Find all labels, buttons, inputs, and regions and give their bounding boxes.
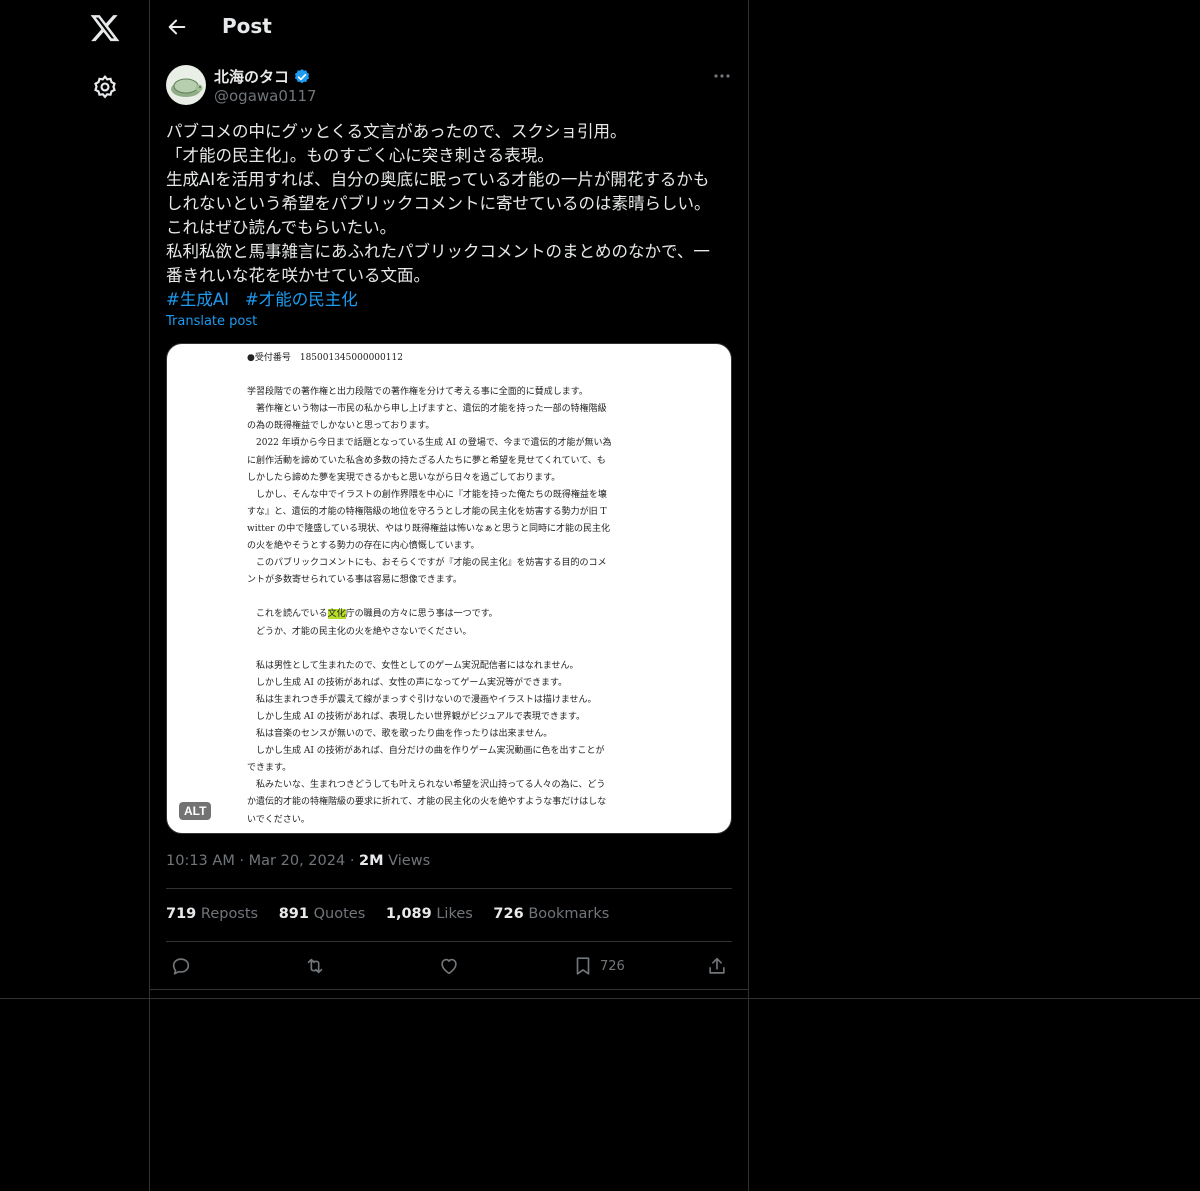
verified-badge-icon (294, 68, 310, 83)
highlighted-text: 文化 (327, 609, 346, 620)
post-date[interactable]: Mar 20, 2024 (249, 853, 346, 869)
more-options-icon[interactable] (710, 66, 734, 86)
header-bar: Post (150, 0, 748, 54)
document-line: すな』と、遺伝的才能の特権階級の地位を守ろうとし才能の民主化を妨害する勢力が旧 … (247, 506, 607, 517)
hashtag-link[interactable]: #才能の民主化 (245, 290, 358, 309)
meta-dot: · (239, 853, 249, 869)
bookmark-icon (576, 957, 590, 975)
author-handle[interactable]: @ogawa0117 (214, 87, 317, 105)
quotes-stat[interactable]: 891 Quotes (279, 906, 366, 922)
share-button[interactable] (706, 952, 728, 980)
quotes-label: Quotes (313, 906, 366, 922)
document-line: ●受付番号 185001345000000112 (247, 353, 403, 363)
document-line: しかし、そんな中でイラストの創作界隈を中心に『才能を持った俺たちの既得権益を壊 (247, 489, 607, 500)
heart-icon (441, 958, 457, 975)
document-line (247, 641, 667, 658)
post-line: 生成AIを活用すれば、自分の奥底に眠っている才能の一片が開花するかも (166, 170, 710, 189)
views-label: Views (388, 853, 431, 869)
views-count: 2M (359, 853, 384, 869)
document-line: このパブリックコメントにも、おそらくですが『才能の民主化』を妨害する目的のコメ (247, 558, 607, 569)
post-line: しれないという希望をパブリックコメントに寄せているのは素晴らしい。 (166, 194, 711, 213)
post-line: 番きれいな花を咲かせている文面。 (166, 266, 430, 285)
post-text: パブコメの中にグッとくる文言があったので、スクショ引用。 「才能の民主化」。もの… (166, 120, 736, 312)
action-bar: 726 (166, 952, 732, 980)
post-line: これはぜひ読んでもらいたい。 (166, 218, 397, 237)
document-line (247, 589, 667, 606)
document-line: 私は音楽のセンスが無いので、歌を歌ったり曲を作ったりは出来ません。 (247, 729, 553, 740)
turtle-avatar (171, 78, 203, 97)
document-line: 学習段階での著作権と出力段階での著作権を分けて考える事に全面的に賛成します。 (247, 387, 588, 398)
likes-count: 1,089 (385, 906, 432, 922)
divider (150, 989, 748, 990)
document-line: ントが多数寄せられている事は容易に想像できます。 (247, 575, 462, 586)
bookmarks-count: 726 (493, 906, 524, 922)
document-line: に創作活動を諦めていた私含め多数の持たざる人たちに夢と希望を見せてくれていて、も (247, 455, 606, 466)
bookmarks-stat[interactable]: 726 Bookmarks (493, 906, 609, 922)
document-line: 私みたいな、生まれつきどうしても叶えられない希望を沢山持ってる人々の為に、どう (247, 780, 606, 791)
arrow-left-icon[interactable] (166, 16, 188, 38)
document-line: の為の既得権益でしかないと思っております。 (247, 421, 435, 432)
left-nav (0, 0, 149, 998)
document-line: しかし生成 AI の技術があれば、表現したい世界観がビジュアルで表現できます。 (247, 711, 585, 722)
bookmarks-label: Bookmarks (528, 906, 610, 922)
reply-button[interactable] (170, 952, 192, 980)
section-divider (0, 998, 1200, 999)
divider (166, 888, 732, 889)
post-meta: 10:13 AM · Mar 20, 2024 · 2M Views (166, 853, 430, 869)
meta-dot: · (349, 853, 360, 869)
divider (166, 941, 732, 942)
document-line: 2022 年頃から今日まで話題となっている生成 AI の登場で、今まで遺伝的才能… (247, 438, 612, 449)
post-time[interactable]: 10:13 AM (166, 853, 235, 869)
reposts-label: Reposts (200, 906, 259, 922)
avatar[interactable] (166, 65, 206, 105)
document-scan: ●受付番号 185001345000000112 学習段階での著作権と出力段階で… (247, 350, 667, 829)
author-name-text[interactable]: 北海のタコ (214, 66, 289, 87)
alt-badge[interactable]: ALT (179, 802, 212, 820)
document-line: 私は生まれつき手が震えて線がまっすぐ引けないので漫画やイラストは描けません。 (247, 694, 597, 705)
likes-label: Likes (436, 906, 473, 922)
hashtag-link[interactable]: #生成AI (166, 290, 229, 309)
translate-post-link[interactable]: Translate post (166, 314, 257, 329)
right-column-border (748, 0, 749, 1191)
quotes-count: 891 (278, 906, 309, 922)
document-line: どうか、才能の民主化の火を絶やさないでください。 (247, 626, 472, 637)
repost-icon (307, 958, 323, 974)
document-line: しかし生成 AI の技術があれば、自分だけの曲を作りゲーム実況動画に色を出すこと… (247, 746, 605, 757)
reposts-count: 719 (166, 906, 197, 922)
document-line: か遺伝的才能の特権階級の要求に折れて、才能の民主化の火を絶やすような事だけはしな (247, 797, 607, 808)
document-line: 私は男性として生まれたので、女性としてのゲーム実況配信者にはなれません。 (247, 660, 579, 671)
repost-button[interactable] (304, 952, 326, 980)
post-line: 私利私欲と馬事雑言にあふれたパブリックコメントのまとめのなかで、一 (166, 242, 710, 261)
post-line: 「才能の民主化」。ものすごく心に突き刺さる表現。 (166, 146, 554, 165)
page-title: Post (222, 14, 272, 38)
document-line: いでください。 (247, 814, 310, 825)
document-line: しかし生成 AI の技術があれば、女性の声になってゲーム実況等ができます。 (247, 677, 568, 688)
post-line: パブコメの中にグッとくる文言があったので、スクショ引用。 (166, 122, 627, 141)
bookmark-button[interactable]: 726 (572, 952, 625, 980)
bookmark-count: 726 (600, 958, 625, 974)
document-line: できます。 (247, 763, 292, 774)
engagement-stats: 719 Reposts 891 Quotes 1,089 Likes 726 B… (166, 906, 625, 922)
document-line: これを読んでいる文化庁の職員の方々に思う事は一つです。 (247, 609, 498, 620)
attached-image[interactable]: ●受付番号 185001345000000112 学習段階での著作権と出力段階で… (166, 343, 732, 834)
gear-icon[interactable] (92, 74, 118, 100)
x-logo-icon[interactable] (88, 12, 122, 44)
share-icon (709, 957, 725, 974)
likes-stat[interactable]: 1,089 Likes (386, 906, 473, 922)
document-line: の火を絶やそうとする勢力の存在に内心憤慨しています。 (247, 541, 480, 552)
reply-icon (172, 958, 190, 975)
document-line: 著作権という物は一市民の私から申し上げますと、遺伝的才能を持った一部の特権階級 (247, 404, 607, 415)
author-name[interactable]: 北海のタコ (214, 66, 311, 87)
hashtag-row: #生成AI #才能の民主化 (166, 288, 736, 312)
document-line (247, 367, 667, 384)
like-button[interactable] (438, 952, 460, 980)
left-column-border (149, 0, 150, 1191)
document-line: witter の中で隆盛している現状、やはり既得権益は怖いなぁと思うと同時に才能… (247, 523, 611, 534)
document-line: しかしたら諦めた夢を実現できるかもと思いながら日々を過ごしております。 (247, 472, 561, 483)
reposts-stat[interactable]: 719 Reposts (166, 906, 258, 922)
